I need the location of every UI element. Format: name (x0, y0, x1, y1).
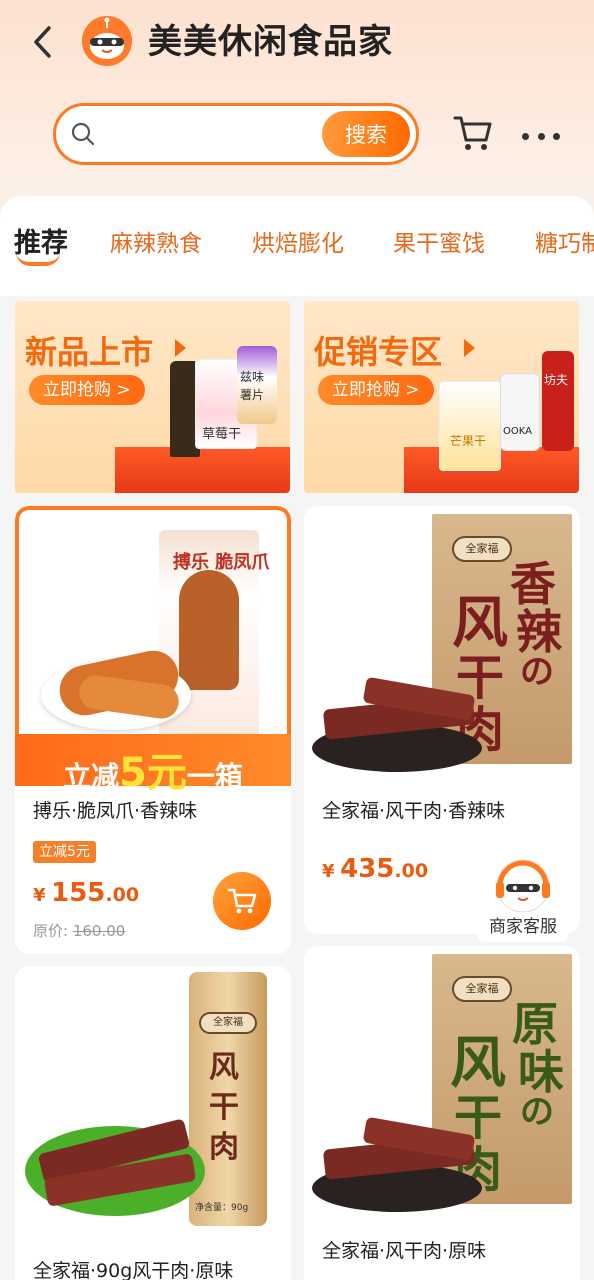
product-can-label: 坊夫 (544, 373, 569, 387)
product-can: OOKA (500, 373, 540, 451)
store-name: 美美休闲食品家 (148, 22, 393, 62)
back-button[interactable] (22, 22, 62, 62)
search-icon (71, 122, 95, 146)
search-bar: 搜索 (53, 103, 419, 165)
product-bag-red: 坊夫 (542, 351, 574, 451)
package-brand: 全家福 (452, 976, 512, 1002)
package: 全家福 原 味 の 风 干 肉 (432, 954, 572, 1204)
product-name: 搏乐·脆凤爪·香辣味 (33, 800, 198, 822)
promo-band-text: 立减5元一箱 (15, 740, 291, 798)
banner-title: 促销专区 (314, 333, 443, 371)
banner-buy-button[interactable]: 立即抢购 > (29, 375, 145, 405)
product-card[interactable]: 全家福 风 干 肉 净含量：90g 全家福·90g风干肉·原味 (15, 966, 291, 1280)
category-tabs: 推荐 麻辣熟食 烘焙膨化 果干蜜饯 糖巧制 (0, 196, 594, 296)
cart-icon (227, 888, 257, 914)
jar: 全家福 风 干 肉 净含量：90g (189, 972, 267, 1226)
mascot-icon (82, 16, 132, 66)
banner-buy-button[interactable]: 立即抢购 > (318, 375, 434, 405)
product-can-label: OOKA (503, 426, 532, 437)
banner-stage (115, 447, 290, 493)
product-price: ¥ 435.00 (322, 854, 428, 884)
dot-icon (537, 132, 545, 140)
banner-title: 新品上市 (25, 333, 154, 371)
product-name: 全家福·风干肉·香辣味 (322, 800, 506, 822)
header: 美美休闲食品家 (0, 0, 594, 88)
package-brand: 全家福 (452, 536, 512, 562)
product-can: 兹味 薯片 (237, 346, 277, 424)
store-logo[interactable] (82, 16, 132, 66)
tab-spicy-deli[interactable]: 麻辣熟食 (110, 224, 202, 264)
price-integer: 155 (51, 878, 106, 908)
arrow-right-icon (175, 339, 186, 357)
package-label: 搏乐 脆凤爪 (173, 552, 270, 573)
product-bag: 芒果干 (439, 381, 501, 471)
dot-icon (553, 132, 560, 140)
package-weight: 净含量：90g (195, 1203, 249, 1213)
product-image: 全家福 原 味 の 风 干 肉 (304, 946, 580, 1222)
product-can-label: 薯片 (240, 388, 265, 402)
package: 全家福 香 辣 の 风 干 肉 (432, 514, 572, 764)
cart-icon[interactable] (452, 112, 494, 154)
customer-service-label: 商家客服 (478, 912, 568, 942)
price-integer: 435 (340, 854, 395, 884)
banner-new-arrivals[interactable]: 新品上市 立即抢购 > 草莓干 兹味 薯片 (15, 301, 290, 493)
product-price: ¥ 155.00 (33, 878, 139, 908)
product-image: 全家福 香 辣 の 风 干 肉 (304, 506, 580, 782)
price-decimal: .00 (394, 860, 429, 882)
search-button[interactable]: 搜索 (322, 111, 410, 157)
package-char: 风 (209, 1050, 239, 1085)
package-char: 肉 (209, 1130, 239, 1165)
promo-amount: 5元 (119, 750, 187, 796)
dot-icon (522, 132, 529, 140)
package-char: の (520, 652, 554, 692)
package-char: の (520, 1092, 554, 1132)
price-symbol: ¥ (322, 861, 335, 882)
original-price-value: 160.00 (72, 922, 126, 940)
customer-service-button[interactable]: 商家客服 (478, 852, 568, 946)
product-bag-label: 草莓干 (202, 427, 242, 442)
package-char: 干 (209, 1090, 239, 1125)
package-brand: 全家福 (199, 1012, 257, 1034)
mascot-headset-icon (496, 859, 550, 913)
product-bag-label: 芒果干 (450, 434, 487, 448)
promo-prefix: 立减 (63, 760, 120, 793)
arrow-right-icon (464, 339, 475, 357)
promo-suffix: 一箱 (186, 760, 243, 793)
price-symbol: ¥ (33, 885, 46, 906)
price-decimal: .00 (105, 884, 140, 906)
more-options-button[interactable] (518, 118, 564, 154)
original-price-label: 原价: (33, 922, 69, 940)
tab-baked-puffed[interactable]: 烘焙膨化 (252, 224, 344, 264)
product-image: 全家福 风 干 肉 净含量：90g (15, 966, 291, 1242)
product-can-label: 兹味 (240, 370, 265, 384)
chevron-left-icon (34, 26, 51, 58)
search-input[interactable] (104, 114, 314, 154)
tab-candy-chocolate[interactable]: 糖巧制 (535, 224, 594, 264)
package-contents (179, 570, 239, 690)
product-card[interactable]: 全家福 原 味 の 风 干 肉 全家福·风干肉·原味 (304, 946, 580, 1280)
tab-dried-fruit[interactable]: 果干蜜饯 (393, 224, 485, 264)
discount-tag: 立减5元 (33, 841, 96, 863)
product-name: 全家福·风干肉·原味 (322, 1240, 487, 1262)
original-price: 原价: 160.00 (33, 920, 125, 941)
product-name: 全家福·90g风干肉·原味 (33, 1260, 234, 1280)
banner-promotions[interactable]: 促销专区 立即抢购 > 芒果干 OOKA 坊夫 (304, 301, 579, 493)
product-card[interactable]: 搏乐 脆凤爪 立减5元一箱 搏乐·脆凤爪·香辣味 立减5元 ¥ 155.00 原… (15, 506, 291, 954)
add-to-cart-button[interactable] (213, 872, 271, 930)
